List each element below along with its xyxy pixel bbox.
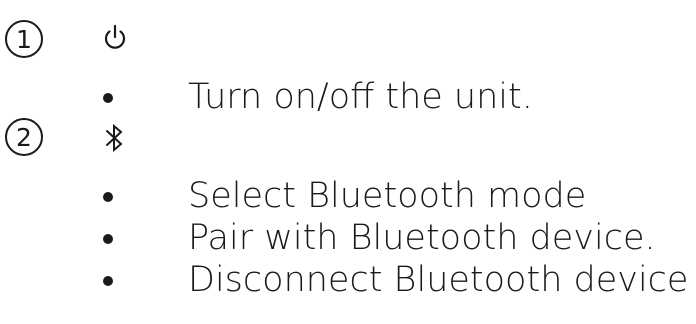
bluetooth-icon xyxy=(106,123,123,153)
item-number-badge: 1 xyxy=(5,20,43,58)
bullet-list: Turn on/off the unit. xyxy=(0,76,696,118)
bullet-text: Disconnect Bluetooth device xyxy=(188,260,689,300)
list-item: Select Bluetooth mode xyxy=(0,175,696,217)
bullet-dot xyxy=(103,276,113,286)
item-number: 1 xyxy=(16,24,32,54)
bullet-list: Select Bluetooth mode Pair with Bluetoot… xyxy=(0,175,696,301)
item-number-badge: 2 xyxy=(5,118,43,156)
bullet-dot xyxy=(103,192,113,202)
bullet-dot xyxy=(103,234,113,244)
item-number: 2 xyxy=(16,122,32,152)
list-item: Disconnect Bluetooth device xyxy=(0,259,696,301)
power-icon xyxy=(104,24,126,49)
bullet-text: Turn on/off the unit. xyxy=(188,77,533,117)
bullet-dot xyxy=(103,93,113,103)
bullet-text: Select Bluetooth mode xyxy=(188,176,587,216)
list-item: Turn on/off the unit. xyxy=(0,76,696,118)
list-item: Pair with Bluetooth device. xyxy=(0,217,696,259)
bullet-text: Pair with Bluetooth device. xyxy=(188,218,656,258)
